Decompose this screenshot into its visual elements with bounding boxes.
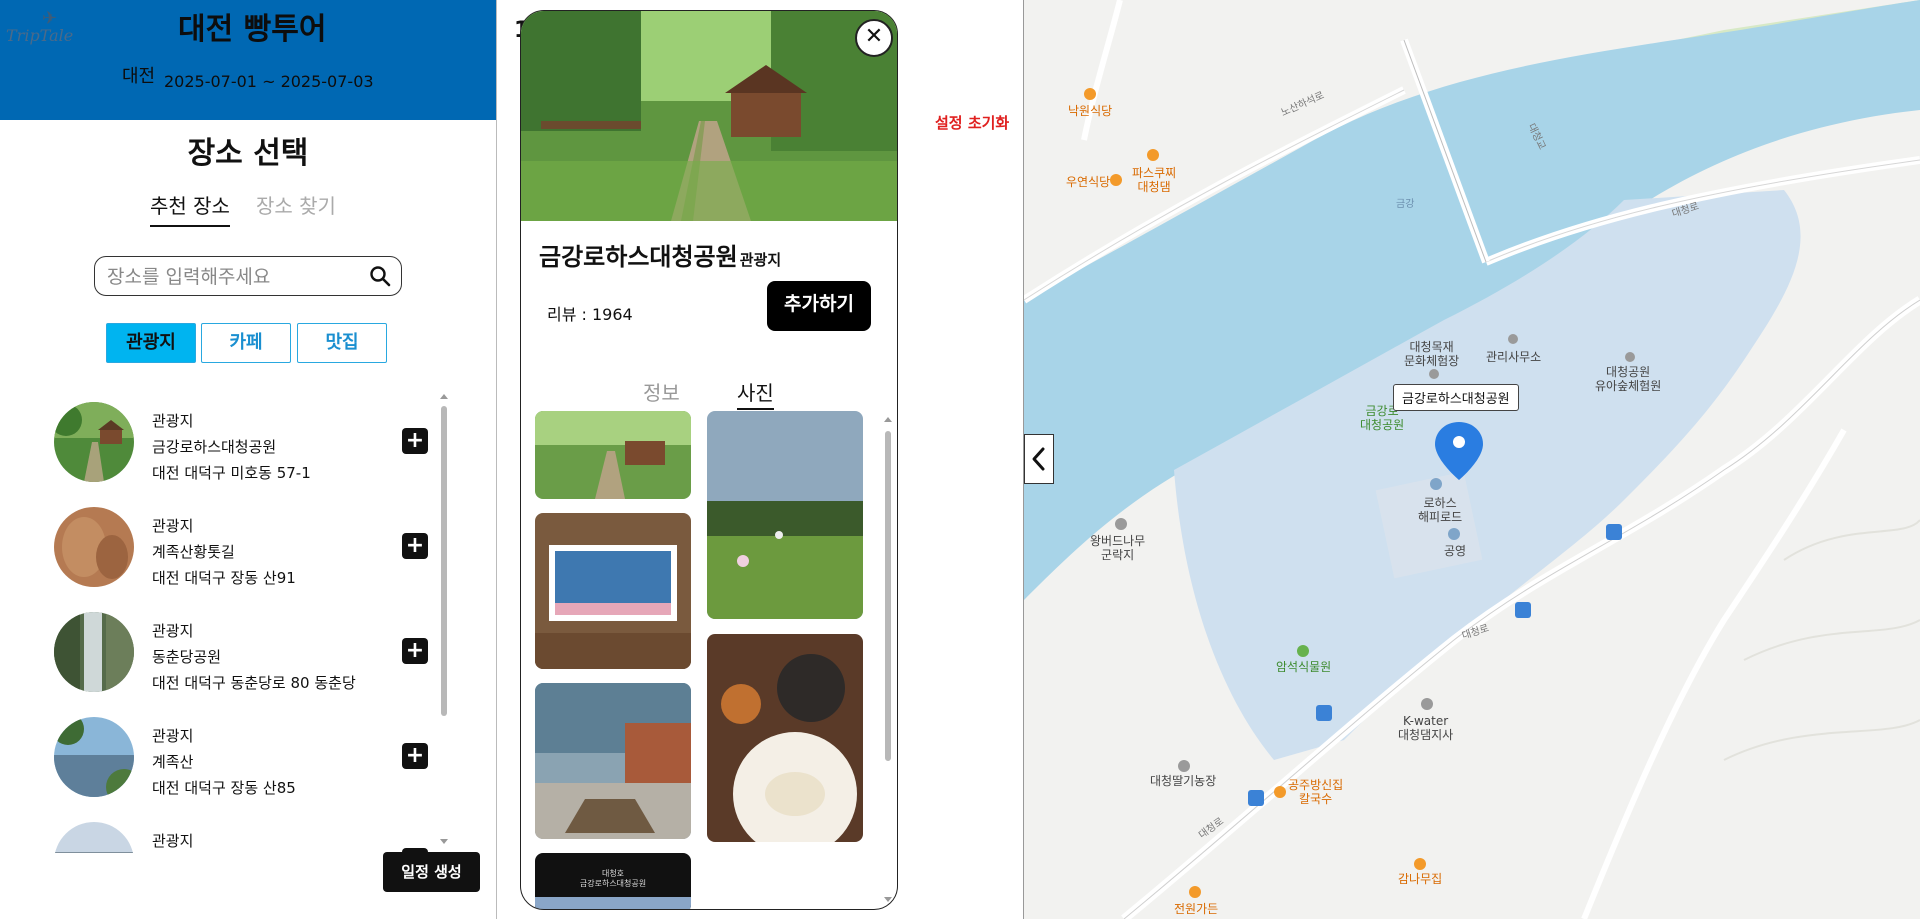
map-label-nakwon[interactable]: 낙원식당 bbox=[1068, 104, 1112, 118]
place-address: 대전 대덕구 장동 산91 bbox=[152, 569, 296, 587]
place-thumbnail bbox=[54, 507, 134, 587]
list-item[interactable]: 관광지 계족산황톳길 대전 대덕구 장동 산91 + bbox=[40, 507, 436, 612]
search-box bbox=[94, 256, 402, 296]
map-view[interactable]: 낙원식당 파스쿠찌 대청댐 우연식당 노산하석로 대청교 금강 대청로 대청목재… bbox=[1024, 0, 1920, 919]
place-detail-card: ✕ 금강로하스대청공원 관광지 리뷰 : 1964 추가하기 정보 사진 대청호 … bbox=[520, 10, 898, 910]
place-thumbnail bbox=[54, 402, 134, 482]
close-detail-button[interactable]: ✕ bbox=[855, 19, 893, 57]
photo-grid: 대청호 금강로하스대청공원 bbox=[535, 411, 875, 909]
photo-item[interactable] bbox=[707, 634, 863, 842]
scroll-up-icon[interactable] bbox=[440, 394, 448, 399]
map-label-mokjae[interactable]: 대청목재 문화체험장 bbox=[1404, 340, 1459, 368]
place-category: 관광지 bbox=[152, 727, 194, 745]
trip-dates: 2025-07-01 ~ 2025-07-03 bbox=[164, 72, 374, 91]
place-name: 동춘당공원 bbox=[152, 648, 222, 666]
triptale-logo[interactable]: ✈ TripTale bbox=[6, 8, 74, 48]
photo-sign-line2: 금강로하스대청공원 bbox=[579, 879, 647, 888]
category-restaurant-button[interactable]: 맛집 bbox=[297, 323, 387, 363]
place-thumbnail bbox=[54, 822, 134, 853]
place-category: 관광지 bbox=[152, 832, 194, 850]
detail-place-name: 금강로하스대청공원 관광지 bbox=[539, 237, 781, 272]
photo-item[interactable]: 대청호 금강로하스대청공원 bbox=[535, 853, 691, 909]
reset-settings-link[interactable]: 설정 초기화 bbox=[935, 112, 1009, 133]
map-label-strawberry-farm[interactable]: 대청딸기농장 bbox=[1150, 774, 1216, 788]
photo-item[interactable] bbox=[535, 513, 691, 669]
tab-info[interactable]: 정보 bbox=[643, 377, 680, 406]
place-address: 대전 대덕구 미호동 57-1 bbox=[152, 464, 311, 482]
trip-region: 대전 bbox=[122, 66, 156, 87]
list-item[interactable]: 관광지 + bbox=[40, 822, 436, 853]
map-label-pascucci[interactable]: 파스쿠찌 대청댐 bbox=[1132, 166, 1176, 194]
hero-photo bbox=[521, 11, 897, 221]
map-label-willow[interactable]: 왕버드나무 군락지 bbox=[1090, 534, 1145, 562]
chevron-left-icon bbox=[1032, 447, 1045, 471]
map-label-lohas-road[interactable]: 로하스 해피로드 bbox=[1418, 496, 1462, 524]
scroll-up-icon[interactable] bbox=[884, 417, 892, 422]
create-schedule-button[interactable]: 일정 생성 bbox=[383, 852, 480, 892]
map-label-jeonwon-garden[interactable]: 전원가든 bbox=[1174, 902, 1218, 916]
category-cafe-button[interactable]: 카페 bbox=[201, 323, 291, 363]
scroll-down-icon[interactable] bbox=[884, 897, 892, 902]
place-name: 금강로하스대청공원 bbox=[152, 438, 277, 456]
search-icon[interactable] bbox=[369, 265, 391, 287]
scroll-down-icon[interactable] bbox=[440, 839, 448, 844]
map-label-persimmon-house[interactable]: 감나무집 bbox=[1398, 872, 1442, 886]
add-place-button[interactable]: + bbox=[402, 533, 428, 559]
place-thumbnail bbox=[54, 717, 134, 797]
place-list: 관광지 금강로하스대청공원 대전 대덕구 미호동 57-1 + 관광지 계족산황… bbox=[40, 398, 436, 853]
map-label-gongju-noodle[interactable]: 공주방신집 칼국수 bbox=[1288, 778, 1343, 806]
scroll-thumb[interactable] bbox=[441, 406, 447, 716]
tab-search-place[interactable]: 장소 찾기 bbox=[256, 190, 336, 225]
place-address: 대전 대덕구 장동 산85 bbox=[152, 779, 296, 797]
photo-scrollbar[interactable] bbox=[883, 417, 893, 907]
place-name: 계족산황톳길 bbox=[152, 543, 235, 561]
map-label-kwater[interactable]: K-water 대청댐지사 bbox=[1398, 714, 1453, 742]
list-item[interactable]: 관광지 계족산 대전 대덕구 장동 산85 + bbox=[40, 717, 436, 822]
place-thumbnail bbox=[54, 612, 134, 692]
map-label-uyeon[interactable]: 우연식당 bbox=[1066, 175, 1110, 189]
review-count: 리뷰 : 1964 bbox=[547, 305, 633, 324]
photo-sign-line1: 대청호 bbox=[601, 869, 625, 878]
photo-item[interactable] bbox=[707, 411, 863, 619]
photo-item[interactable] bbox=[535, 411, 691, 499]
search-input[interactable] bbox=[105, 263, 359, 291]
map-label-parking[interactable]: 공영 bbox=[1444, 544, 1466, 558]
trip-title: 대전 빵투어 bbox=[178, 12, 327, 47]
photo-item[interactable] bbox=[535, 683, 691, 839]
map-marker-label[interactable]: 금강로하스대청공원 bbox=[1393, 384, 1519, 411]
tab-photos[interactable]: 사진 bbox=[737, 377, 774, 410]
list-item[interactable]: 관광지 금강로하스대청공원 대전 대덕구 미호동 57-1 + bbox=[40, 402, 436, 507]
collapse-panel-button[interactable] bbox=[1024, 434, 1054, 484]
place-category: 관광지 bbox=[152, 517, 194, 535]
map-label-forest-experience[interactable]: 대청공원 유아숲체험원 bbox=[1595, 365, 1661, 393]
scroll-thumb[interactable] bbox=[885, 431, 891, 761]
tab-recommended[interactable]: 추천 장소 bbox=[150, 190, 230, 227]
section-title: 장소 선택 bbox=[187, 136, 309, 171]
trip-header: ✈ TripTale 대전 빵투어 대전 2025-07-01 ~ 2025-0… bbox=[0, 0, 496, 120]
place-name: 계족산 bbox=[152, 753, 194, 771]
add-place-button[interactable]: + bbox=[402, 743, 428, 769]
map-label-office[interactable]: 관리사무소 bbox=[1486, 350, 1541, 364]
category-tourism-button[interactable]: 관광지 bbox=[106, 323, 196, 363]
logo-text: TripTale bbox=[6, 26, 74, 45]
place-list-scrollbar[interactable] bbox=[438, 392, 450, 850]
left-panel: ✈ TripTale 대전 빵투어 대전 2025-07-01 ~ 2025-0… bbox=[0, 0, 497, 919]
detail-category: 관광지 bbox=[739, 251, 782, 269]
place-address: 대전 대덕구 동춘당로 80 동춘당 bbox=[152, 674, 356, 692]
add-place-button[interactable]: + bbox=[402, 428, 428, 454]
add-place-button[interactable]: + bbox=[402, 638, 428, 664]
list-item[interactable]: 관광지 동춘당공원 대전 대덕구 동춘당로 80 동춘당 + bbox=[40, 612, 436, 717]
add-to-trip-button[interactable]: 추가하기 bbox=[767, 281, 871, 331]
map-label-rock-garden[interactable]: 암석식물원 bbox=[1276, 660, 1331, 674]
place-category: 관광지 bbox=[152, 622, 194, 640]
map-label-geumgang: 금강 bbox=[1396, 199, 1415, 210]
detail-name-text: 금강로하스대청공원 bbox=[539, 243, 738, 271]
place-category: 관광지 bbox=[152, 412, 194, 430]
